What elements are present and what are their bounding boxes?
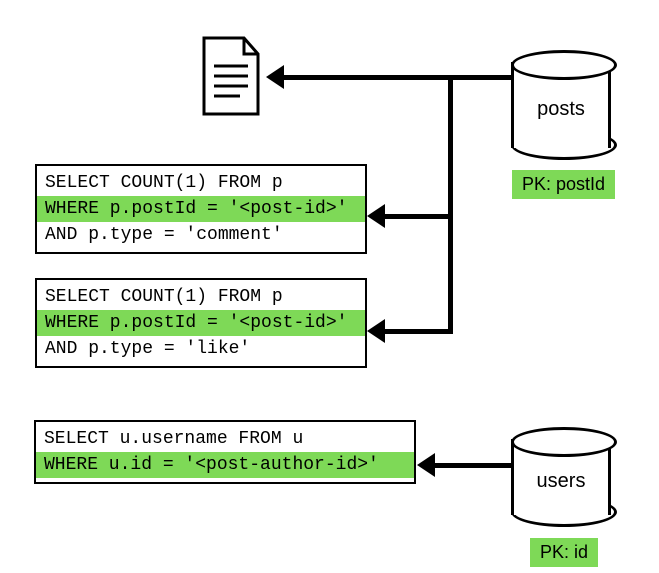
db-posts: posts	[511, 50, 611, 160]
query-username: SELECT u.username FROM u WHERE u.id = '<…	[34, 420, 416, 484]
arrowhead-icon	[266, 65, 284, 89]
query-line: SELECT COUNT(1) FROM p	[37, 284, 365, 310]
query-count-likes: SELECT COUNT(1) FROM p WHERE p.postId = …	[35, 278, 367, 368]
arrow-segment	[283, 75, 453, 80]
query-line: AND p.type = 'like'	[37, 336, 365, 362]
db-posts-pk: PK: postId	[512, 170, 615, 199]
db-users: users	[511, 427, 611, 527]
query-line-highlight: WHERE p.postId = '<post-id>'	[37, 196, 365, 222]
arrow-segment	[384, 329, 453, 334]
arrowhead-icon	[367, 204, 385, 228]
arrow-trunk	[448, 75, 453, 334]
arrowhead-icon	[367, 319, 385, 343]
db-posts-label: posts	[511, 98, 611, 121]
query-line-highlight: WHERE u.id = '<post-author-id>'	[36, 452, 414, 478]
query-line: SELECT u.username FROM u	[36, 426, 414, 452]
query-count-comments: SELECT COUNT(1) FROM p WHERE p.postId = …	[35, 164, 367, 254]
db-users-label: users	[511, 470, 611, 493]
query-line: SELECT COUNT(1) FROM p	[37, 170, 365, 196]
arrow-segment	[384, 214, 453, 219]
query-line: AND p.type = 'comment'	[37, 222, 365, 248]
arrowhead-icon	[417, 453, 435, 477]
diagram-canvas: posts PK: postId users PK: id SELECT COU…	[0, 0, 659, 573]
arrow-segment	[434, 463, 511, 468]
db-users-pk: PK: id	[530, 538, 598, 567]
arrow-segment	[448, 75, 511, 80]
document-icon	[200, 36, 262, 116]
query-line-highlight: WHERE p.postId = '<post-id>'	[37, 310, 365, 336]
